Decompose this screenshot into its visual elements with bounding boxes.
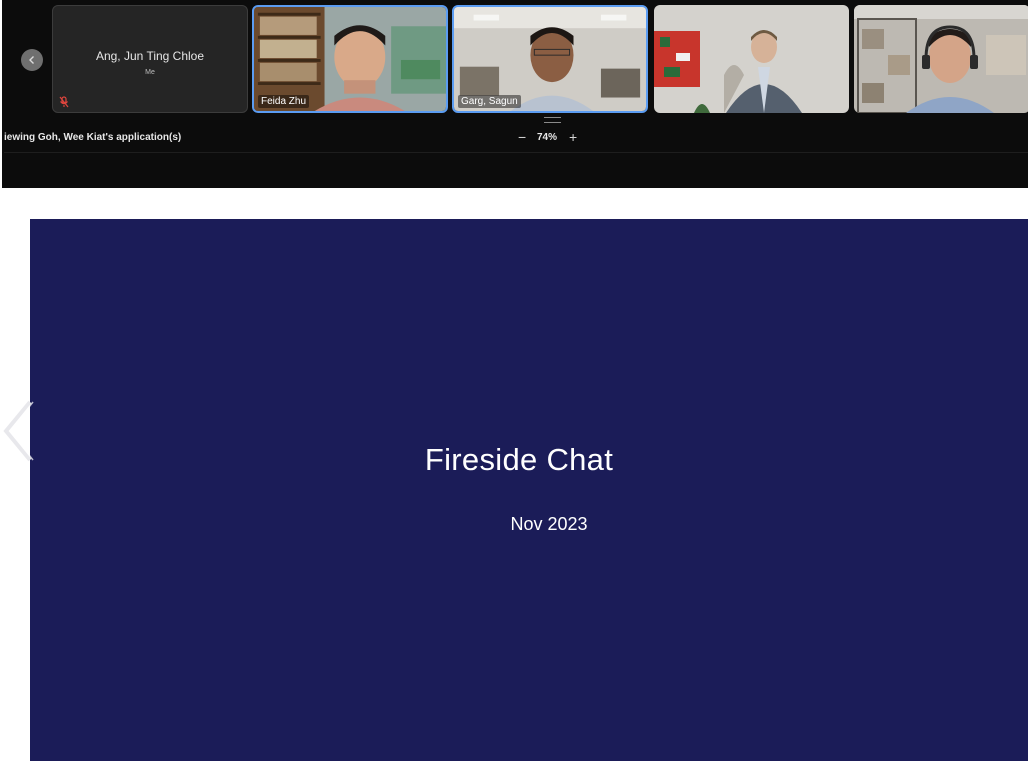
participant-tile-garg-sagun[interactable]: Garg, Sagun: [452, 5, 648, 113]
slide-date: Nov 2023: [510, 514, 588, 534]
participant-me-label: Me: [145, 69, 155, 76]
chevron-left-icon: [29, 56, 34, 64]
zoom-out-button[interactable]: −: [518, 128, 526, 146]
participant-tile-self[interactable]: Ang, Jun Ting Chloe Me: [52, 5, 248, 113]
zoom-in-button[interactable]: +: [569, 128, 577, 146]
mic-muted-icon: [59, 96, 69, 108]
share-status-label: iewing Goh, Wee Kiat's application(s): [4, 132, 182, 143]
resize-handle[interactable]: [544, 117, 561, 123]
participant-name: Garg, Sagun: [458, 95, 521, 108]
participant-name: Ang, Jun Ting Chloe: [95, 49, 205, 63]
zoom-level: 74%: [537, 132, 558, 143]
toolbar-divider: [4, 152, 1028, 153]
shared-slide: [30, 219, 1028, 761]
participant-video: [654, 5, 849, 113]
participant-name: Feida Zhu: [258, 95, 310, 108]
participant-tile-feida-zhu[interactable]: Feida Zhu: [252, 5, 448, 113]
participant-tile-4[interactable]: [654, 5, 849, 113]
participant-video: [854, 5, 1028, 113]
slide-title: Fireside Chat: [424, 442, 614, 477]
prev-page-button[interactable]: [21, 49, 43, 71]
video-strip: Ang, Jun Ting Chloe Me Feida Zhu Garg, S…: [2, 0, 1028, 188]
participant-tile-5[interactable]: [854, 5, 1028, 113]
